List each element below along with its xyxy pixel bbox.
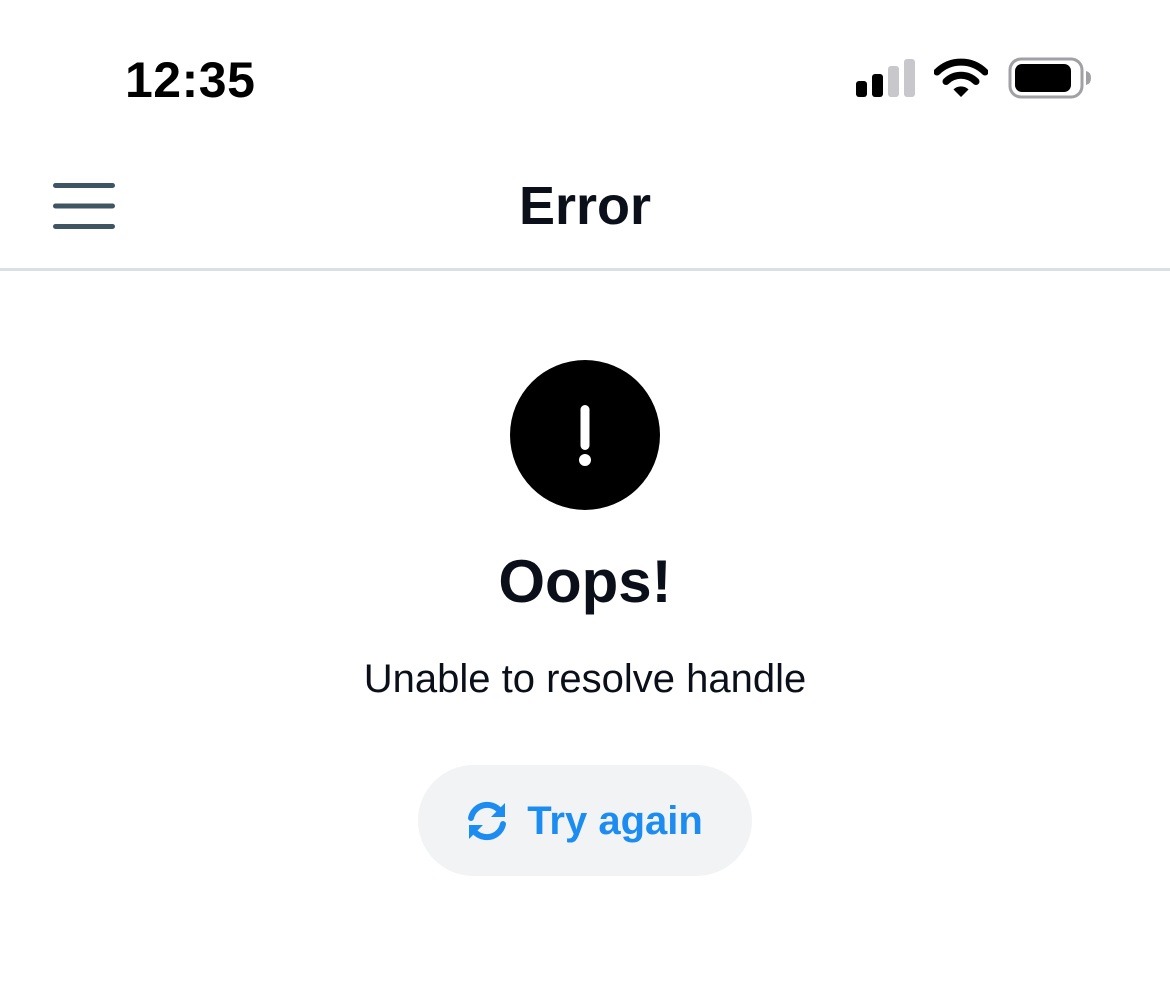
error-heading: Oops! <box>498 548 672 615</box>
exclamation-circle-icon <box>510 360 660 510</box>
app-header: Error <box>0 150 1170 271</box>
cellular-signal-icon <box>856 59 915 97</box>
wifi-icon <box>934 58 988 97</box>
page-title: Error <box>518 176 652 236</box>
try-again-label: Try again <box>527 798 703 843</box>
battery-icon <box>1008 57 1091 99</box>
refresh-icon <box>468 801 507 840</box>
try-again-button[interactable]: Try again <box>418 765 752 876</box>
status-bar: 12:35 <box>0 0 1170 150</box>
error-message: Unable to resolve handle <box>363 657 807 701</box>
status-time: 12:35 <box>125 52 256 108</box>
